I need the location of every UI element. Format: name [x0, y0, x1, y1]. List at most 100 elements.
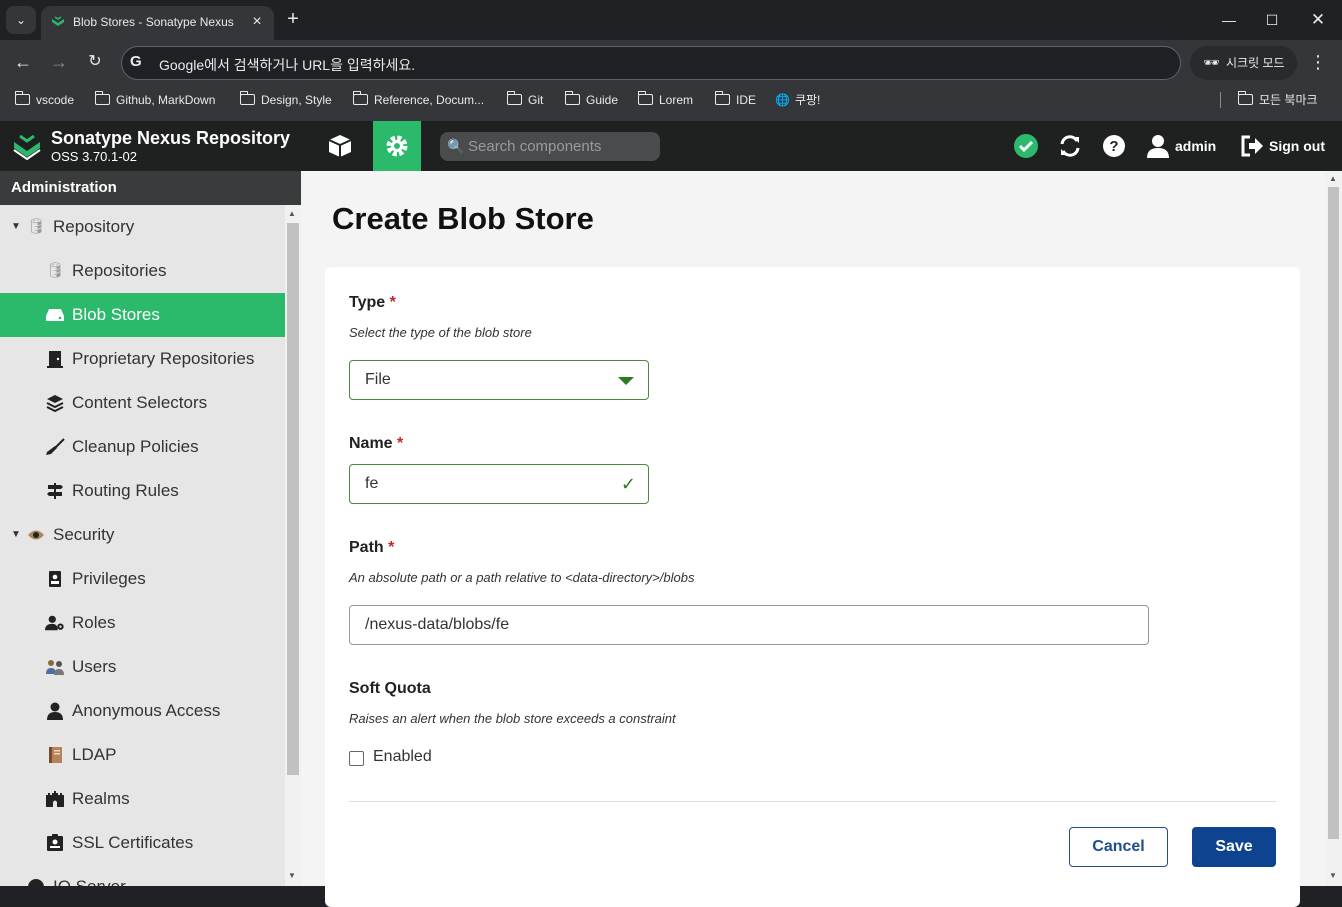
- nexus-logo-icon: [13, 134, 41, 161]
- sidebar-item-users[interactable]: Users: [0, 645, 285, 689]
- sidebar-item-routing-rules[interactable]: Routing Rules: [0, 469, 285, 513]
- save-button[interactable]: Save: [1192, 827, 1276, 867]
- all-bookmarks-folder[interactable]: 모든 북마크: [1237, 90, 1318, 110]
- admin-sidebar: Administration ▼ 🛢 Repository 🛢 Reposito…: [0, 171, 301, 886]
- nexus-favicon-icon: [52, 16, 64, 26]
- sidebar-scrollbar[interactable]: ▲ ▼: [285, 205, 301, 886]
- soft-quota-label: Soft Quota: [349, 680, 431, 697]
- sidebar-item-roles[interactable]: Roles: [0, 601, 285, 645]
- castle-icon: [45, 790, 65, 808]
- sidebar-item-blob-stores[interactable]: Blob Stores: [0, 293, 285, 337]
- bookmark-folder[interactable]: Guide: [564, 90, 618, 110]
- sidebar-tree: ▼ 🛢 Repository 🛢 Repositories Blob Store…: [0, 205, 285, 886]
- bookmark-folder[interactable]: IDE: [714, 90, 756, 110]
- app-header: Sonatype Nexus Repository OSS 3.70.1-02 …: [0, 121, 1342, 171]
- system-status-icon[interactable]: [1013, 121, 1039, 171]
- sidebar-item-ssl-certificates[interactable]: SSL Certificates: [0, 821, 285, 865]
- path-value: /nexus-data/blobs/fe: [365, 616, 510, 633]
- chevron-down-icon: [618, 377, 634, 385]
- maximize-button[interactable]: ☐: [1257, 8, 1287, 32]
- type-label: Type *: [349, 294, 396, 311]
- signpost-icon: [45, 482, 65, 500]
- sidebar-item-privileges[interactable]: Privileges: [0, 557, 285, 601]
- bookmark-folder[interactable]: Github, MarkDown: [94, 90, 215, 110]
- scroll-up-icon[interactable]: ▲: [288, 209, 296, 218]
- address-placeholder: Google에서 검색하거나 URL을 입력하세요.: [159, 57, 416, 73]
- app-version: OSS 3.70.1-02: [51, 149, 137, 164]
- user-name: admin: [1175, 138, 1217, 154]
- forward-button[interactable]: →: [47, 50, 71, 74]
- search-icon: 🔍: [447, 138, 465, 154]
- main-scrollbar[interactable]: ▲ ▼: [1325, 171, 1342, 886]
- refresh-icon[interactable]: [1058, 121, 1082, 171]
- database-icon: 🛢: [26, 218, 46, 235]
- scroll-up-icon[interactable]: ▲: [1329, 174, 1337, 183]
- hard-drive-icon: [45, 306, 65, 324]
- reload-button[interactable]: ↻: [83, 50, 107, 74]
- bookmark-folder[interactable]: vscode: [14, 90, 74, 110]
- folder-icon: [94, 91, 110, 105]
- sidebar-item-cleanup-policies[interactable]: Cleanup Policies: [0, 425, 285, 469]
- main-content: Create Blob Store Type * Select the type…: [301, 171, 1342, 907]
- scroll-down-icon[interactable]: ▼: [288, 871, 296, 880]
- user-gear-icon: [45, 614, 65, 632]
- layers-icon: [45, 394, 65, 412]
- scroll-down-icon[interactable]: ▼: [1329, 871, 1337, 880]
- folder-icon: [506, 91, 522, 105]
- database-icon: 🛢: [45, 262, 65, 279]
- help-icon[interactable]: ?: [1102, 121, 1126, 171]
- broom-icon: [45, 438, 65, 456]
- sidebar-item-proprietary-repositories[interactable]: Proprietary Repositories: [0, 337, 285, 381]
- sidebar-item-realms[interactable]: Realms: [0, 777, 285, 821]
- browser-tab[interactable]: Blob Stores - Sonatype Nexus ×: [41, 6, 274, 40]
- window-close-button[interactable]: ✕: [1303, 8, 1333, 32]
- bookmark-divider: [1220, 92, 1221, 108]
- blob-store-form: Type * Select the type of the blob store…: [325, 267, 1300, 907]
- type-select[interactable]: File: [349, 360, 649, 400]
- bookmark-folder[interactable]: Reference, Docum...: [352, 90, 484, 110]
- bookmark-folder[interactable]: Design, Style: [239, 90, 332, 110]
- door-icon: [45, 350, 65, 368]
- back-button[interactable]: ←: [11, 50, 35, 74]
- sidebar-item-iq-server[interactable]: IQ Server: [0, 865, 285, 886]
- cancel-button[interactable]: Cancel: [1069, 827, 1168, 867]
- bookmark-link[interactable]: 🌐 쿠팡!: [775, 90, 820, 110]
- page-title: Create Blob Store: [332, 201, 594, 236]
- address-bar[interactable]: G Google에서 검색하거나 URL을 입력하세요.: [121, 46, 1181, 80]
- soft-quota-checkbox[interactable]: [349, 751, 364, 766]
- main-scroll-thumb[interactable]: [1328, 187, 1339, 839]
- sidebar-item-ldap[interactable]: LDAP: [0, 733, 285, 777]
- tab-search-button[interactable]: ⌄: [6, 6, 36, 34]
- soft-quota-enabled-label[interactable]: Enabled: [373, 748, 432, 766]
- search-input[interactable]: 🔍 Search components: [440, 132, 660, 161]
- incognito-indicator[interactable]: 🕶 시크릿 모드: [1190, 46, 1297, 80]
- tab-title: Blob Stores - Sonatype Nexus: [73, 15, 234, 29]
- bookmark-folder[interactable]: Lorem: [637, 90, 693, 110]
- app-title: Sonatype Nexus Repository: [51, 128, 291, 148]
- browse-button[interactable]: [316, 121, 364, 171]
- incognito-icon: 🕶: [1203, 55, 1220, 70]
- bookmark-folder[interactable]: Git: [506, 90, 543, 110]
- sidebar-item-repositories[interactable]: 🛢 Repositories: [0, 249, 285, 293]
- folder-icon: [564, 91, 580, 105]
- tab-close-icon[interactable]: ×: [248, 13, 266, 31]
- sidebar-item-content-selectors[interactable]: Content Selectors: [0, 381, 285, 425]
- checkmark-icon: ✓: [620, 474, 636, 494]
- sidebar-item-anonymous-access[interactable]: Anonymous Access: [0, 689, 285, 733]
- path-input[interactable]: /nexus-data/blobs/fe: [349, 605, 1149, 645]
- user-menu[interactable]: admin: [1146, 121, 1216, 171]
- administration-button[interactable]: [373, 121, 421, 171]
- sign-out-button[interactable]: Sign out: [1240, 121, 1325, 171]
- sidebar-item-security[interactable]: ▼ Security: [0, 513, 285, 557]
- sidebar-item-repository[interactable]: ▼ 🛢 Repository: [0, 205, 285, 249]
- name-input[interactable]: fe ✓: [349, 464, 649, 504]
- name-value: fe: [365, 475, 379, 492]
- new-tab-button[interactable]: +: [282, 8, 304, 30]
- collapse-triangle-icon: ▼: [11, 529, 21, 540]
- soft-quota-description: Raises an alert when the blob store exce…: [349, 711, 676, 726]
- sidebar-heading: Administration: [0, 171, 301, 205]
- gear-icon: [386, 135, 408, 157]
- sidebar-scroll-thumb[interactable]: [287, 223, 299, 775]
- browser-menu-icon[interactable]: ⋮: [1309, 50, 1327, 74]
- minimize-button[interactable]: —: [1214, 8, 1244, 32]
